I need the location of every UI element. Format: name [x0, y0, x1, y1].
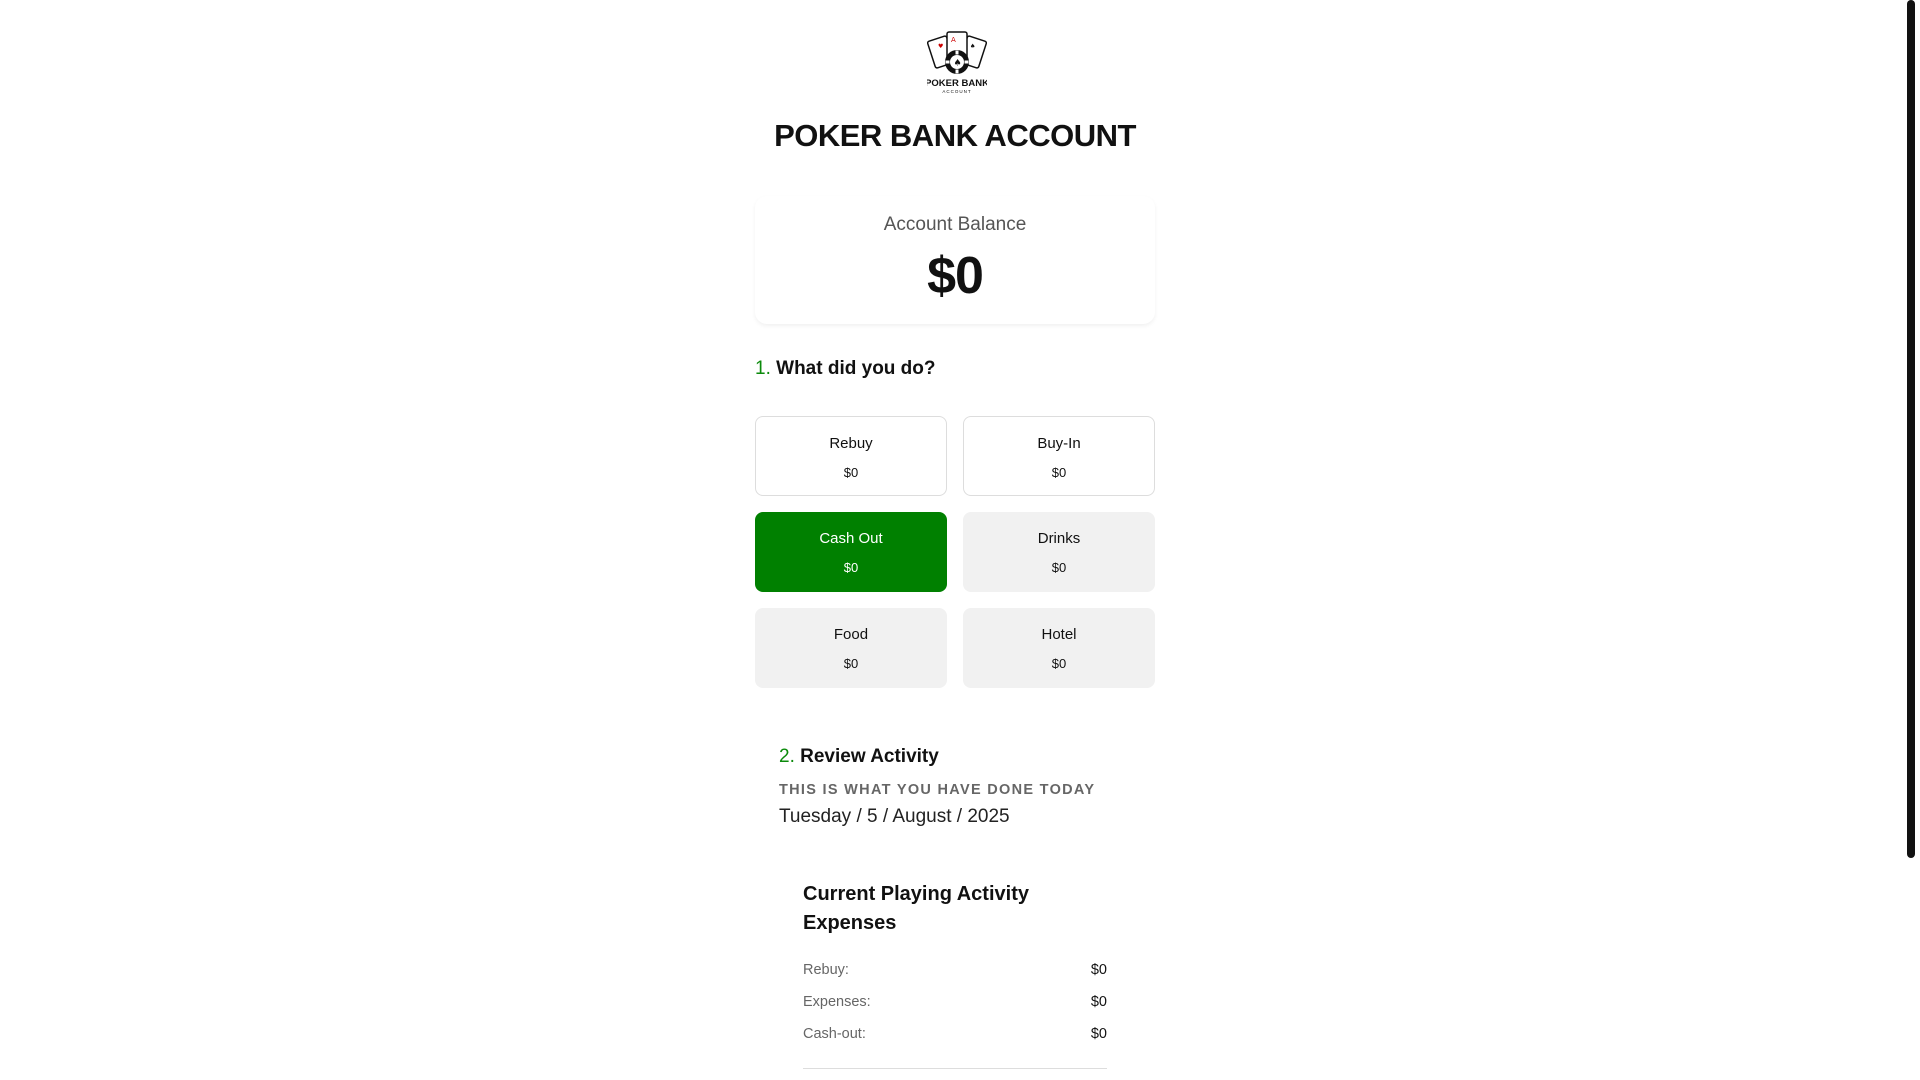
- expense-label: Rebuy:: [803, 962, 849, 978]
- balance-card: Account Balance $0: [755, 196, 1155, 324]
- action-label: Food: [833, 626, 869, 643]
- action-label: Buy-In: [1037, 435, 1081, 452]
- step2-title: Review Activity: [800, 746, 939, 767]
- buy-in-button[interactable]: Buy-In $0: [963, 416, 1155, 496]
- expense-row-rebuy: Rebuy: $0: [803, 962, 1107, 978]
- page: A ♥ ♠ ♠ POKER BANK ACCOUNT POKER BANK AC…: [0, 0, 1920, 1080]
- balance-value: $0: [927, 247, 984, 305]
- svg-text:♥: ♥: [938, 43, 943, 50]
- action-value: $0: [843, 465, 859, 480]
- step1-title: What did you do?: [776, 358, 936, 379]
- step1-heading: 1. What did you do?: [755, 358, 936, 380]
- scrollbar-thumb[interactable]: [1907, 0, 1915, 858]
- svg-text:♠: ♠: [954, 59, 962, 69]
- expense-row-expenses: Expenses: $0: [803, 994, 1107, 1010]
- action-label: Cash Out: [819, 530, 883, 547]
- expenses-title: Current Playing Activity Expenses: [803, 883, 1029, 934]
- poker-bank-logo: A ♥ ♠ ♠ POKER BANK ACCOUNT: [925, 30, 989, 96]
- logo-text: POKER BANK: [927, 78, 987, 89]
- logo-subtext: ACCOUNT: [942, 89, 971, 94]
- expense-value: $0: [1090, 962, 1107, 978]
- expense-label: Expenses:: [803, 994, 871, 1010]
- hotel-button[interactable]: Hotel $0: [963, 608, 1155, 688]
- expense-label: Cash-out:: [803, 1026, 866, 1042]
- review-subtitle: THIS IS WHAT YOU HAVE DONE TODAY: [779, 782, 1096, 798]
- action-value: $0: [843, 560, 859, 575]
- drinks-button[interactable]: Drinks $0: [963, 512, 1155, 592]
- action-label: Rebuy: [829, 435, 873, 452]
- expense-row-cash-out: Cash-out: $0: [803, 1026, 1107, 1042]
- review-date: Tuesday / 5 / August / 2025: [779, 806, 1010, 827]
- action-value: $0: [1051, 465, 1067, 480]
- food-button[interactable]: Food $0: [755, 608, 947, 688]
- action-value: $0: [1051, 560, 1067, 575]
- svg-text:♠: ♠: [970, 43, 975, 50]
- cash-out-button[interactable]: Cash Out $0: [755, 512, 947, 592]
- svg-text:A: A: [951, 36, 956, 44]
- expense-value: $0: [1090, 994, 1107, 1010]
- action-value: $0: [1051, 656, 1067, 671]
- step2-heading: 2. Review Activity: [779, 746, 939, 768]
- rebuy-button[interactable]: Rebuy $0: [755, 416, 947, 496]
- expenses-divider: [803, 1068, 1107, 1069]
- expense-value: $0: [1090, 1026, 1107, 1042]
- action-label: Hotel: [1041, 626, 1077, 643]
- balance-label: Account Balance: [883, 214, 1027, 235]
- action-label: Drinks: [1037, 530, 1081, 547]
- scrollbar[interactable]: [1902, 0, 1920, 1080]
- step1-number: 1.: [755, 358, 771, 379]
- action-value: $0: [843, 656, 859, 671]
- page-title: POKER BANK ACCOUNT: [774, 118, 1136, 153]
- step2-number: 2.: [779, 746, 795, 767]
